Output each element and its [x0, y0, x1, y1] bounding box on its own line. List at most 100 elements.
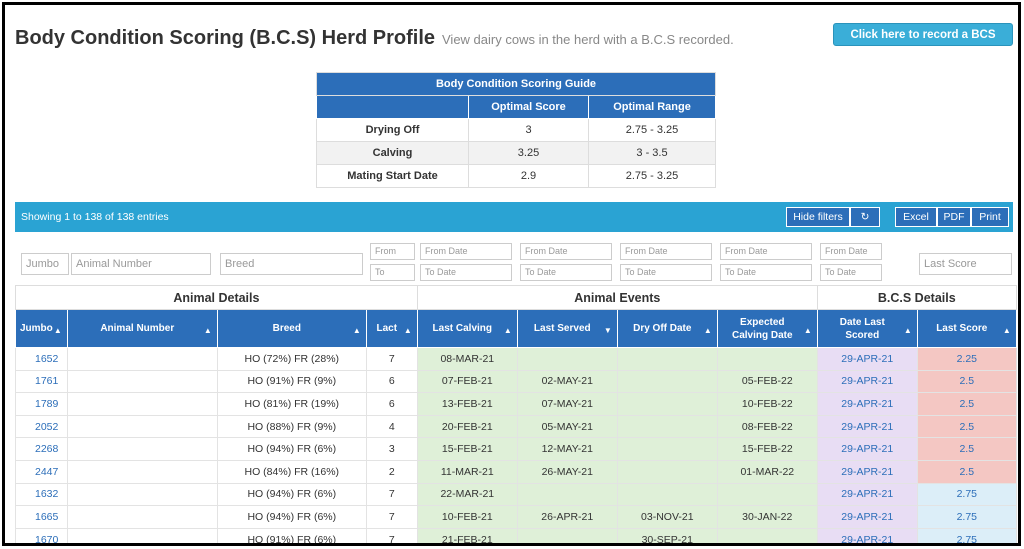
col-last-served[interactable]: Last Served ▼ [516, 309, 618, 348]
cell-dry-off [616, 347, 718, 371]
cell-date-last-scored[interactable]: 29-APR-21 [816, 437, 918, 461]
redaction-mask [111, 529, 204, 543]
table-row[interactable]: 176131761HO (91%) FR (9%)607-FEB-2102-MA… [15, 369, 1017, 394]
cell-expected-calving [716, 482, 818, 507]
last-calving-to-filter[interactable]: To Date [420, 264, 512, 281]
cell-lact: 3 [365, 437, 418, 461]
cell-animal-number[interactable]: 51665 [66, 505, 218, 529]
date-scored-to-filter[interactable]: To Date [820, 264, 882, 281]
cell-date-last-scored[interactable]: 29-APR-21 [816, 347, 918, 371]
cell-last-score[interactable]: 2.5 [916, 414, 1017, 439]
cell-animal-number[interactable]: 11652 [66, 347, 218, 371]
table-row[interactable]: 167031670HO (91%) FR (6%)721-FEB-21 30-SE… [15, 527, 1017, 543]
guide-row-label: Calving [316, 141, 469, 165]
col-date-last-scored[interactable]: Date Last Scored ▲ [816, 309, 918, 348]
cell-jumbo[interactable]: 2447 [15, 459, 68, 484]
col-jumbo[interactable]: Jumbo ▲ [15, 309, 68, 348]
cell-animal-number[interactable]: 52052 [66, 414, 218, 439]
cell-last-score[interactable]: 2.5 [916, 437, 1017, 461]
cell-last-score[interactable]: 2.75 [916, 505, 1017, 529]
print-button[interactable]: Print [971, 207, 1009, 227]
lact-from-filter[interactable]: From [370, 243, 415, 260]
cell-jumbo[interactable]: 2268 [15, 437, 68, 461]
pdf-button[interactable]: PDF [937, 207, 971, 227]
cell-date-last-scored[interactable]: 29-APR-21 [816, 459, 918, 484]
cell-jumbo[interactable]: 1789 [15, 392, 68, 416]
redaction-mask [111, 416, 204, 437]
animal-number-filter[interactable]: Animal Number [71, 253, 211, 275]
cell-animal-number[interactable]: 31761 [66, 369, 218, 394]
table-row[interactable]: 165211652HO (72%) FR (28%)708-MAR-21 29-A… [15, 347, 1017, 371]
table-row[interactable]: 2447032447HO (84%) FR (16%)211-MAR-2126-… [15, 459, 1017, 484]
last-served-from-filter[interactable]: From Date [520, 243, 612, 260]
cell-expected-calving: 08-FEB-22 [716, 414, 818, 439]
col-expected-calving[interactable]: Expected Calving Date ▲ [716, 309, 818, 348]
table-row[interactable]: 2268062268HO (94%) FR (6%)315-FEB-2112-M… [15, 437, 1017, 461]
cell-jumbo[interactable]: 1670 [15, 527, 68, 543]
expected-calving-from-filter[interactable]: From Date [720, 243, 812, 260]
cell-animal-number[interactable]: 51632 [66, 482, 218, 507]
table-row[interactable]: 163251632HO (94%) FR (6%)722-MAR-21 29-AP… [15, 482, 1017, 507]
cell-dry-off [616, 392, 718, 416]
cell-last-score[interactable]: 2.75 [916, 527, 1017, 543]
group-animal-details: Animal Details [15, 285, 418, 310]
cell-jumbo[interactable]: 1665 [15, 505, 68, 529]
col-breed[interactable]: Breed ▲ [216, 309, 367, 348]
last-calving-from-filter[interactable]: From Date [420, 243, 512, 260]
hide-filters-button[interactable]: Hide filters [786, 207, 850, 227]
cell-date-last-scored[interactable]: 29-APR-21 [816, 414, 918, 439]
table-row[interactable]: 178951789HO (81%) FR (19%)613-FEB-2107-M… [15, 392, 1017, 416]
cell-jumbo[interactable]: 1632 [15, 482, 68, 507]
cell-animal-number[interactable]: 51789 [66, 392, 218, 416]
cell-date-last-scored[interactable]: 29-APR-21 [816, 482, 918, 507]
col-lact[interactable]: Lact ▲ [365, 309, 418, 348]
last-served-to-filter[interactable]: To Date [520, 264, 612, 281]
cell-jumbo[interactable]: 2052 [15, 414, 68, 439]
last-score-filter[interactable]: Last Score [919, 253, 1012, 275]
lact-to-filter[interactable]: To [370, 264, 415, 281]
excel-button[interactable]: Excel [895, 207, 937, 227]
guide-row-range: 2.75 - 3.25 [588, 118, 716, 142]
date-scored-from-filter[interactable]: From Date [820, 243, 882, 260]
redaction-mask [111, 484, 204, 505]
table-row[interactable]: 205252052HO (88%) FR (9%)420-FEB-2105-MA… [15, 414, 1017, 439]
cell-date-last-scored[interactable]: 29-APR-21 [816, 505, 918, 529]
cell-animal-number[interactable]: 062268 [66, 437, 218, 461]
sort-icon: ▲ [703, 326, 712, 335]
col-dry-off[interactable]: Dry Off Date ▲ [616, 309, 718, 348]
cell-date-last-scored[interactable]: 29-APR-21 [816, 369, 918, 394]
col-last-calving[interactable]: Last Calving ▲ [416, 309, 518, 348]
col-expected-calving-label: Expected Calving Date [731, 316, 793, 341]
cell-last-score[interactable]: 2.25 [916, 347, 1017, 371]
cell-last-served [516, 527, 618, 543]
cell-date-last-scored[interactable]: 29-APR-21 [816, 392, 918, 416]
cell-last-score[interactable]: 2.75 [916, 482, 1017, 507]
col-animal-number[interactable]: Animal Number ▲ [66, 309, 218, 348]
table-row[interactable]: 166551665HO (94%) FR (6%)710-FEB-2126-AP… [15, 505, 1017, 529]
cell-last-served: 26-MAY-21 [516, 459, 618, 484]
expected-calving-to-filter[interactable]: To Date [720, 264, 812, 281]
col-last-score[interactable]: Last Score ▲ [916, 309, 1017, 348]
cell-jumbo[interactable]: 1761 [15, 369, 68, 394]
refresh-icon[interactable]: ↻ [850, 207, 880, 227]
cell-last-score[interactable]: 2.5 [916, 392, 1017, 416]
cell-animal-number[interactable]: 032447 [66, 459, 218, 484]
cell-last-score[interactable]: 2.5 [916, 369, 1017, 394]
cell-jumbo[interactable]: 1652 [15, 347, 68, 371]
record-bcs-button[interactable]: Click here to record a BCS score [833, 23, 1013, 64]
dry-off-from-filter[interactable]: From Date [620, 243, 712, 260]
cell-breed: HO (94%) FR (6%) [216, 505, 367, 529]
cell-lact: 7 [365, 505, 418, 529]
col-dry-off-label: Dry Off Date [633, 323, 692, 334]
cell-lact: 2 [365, 459, 418, 484]
breed-filter[interactable]: Breed [220, 253, 363, 275]
sort-icon: ▲ [903, 326, 912, 335]
guide-row-label: Drying Off [316, 118, 469, 142]
jumbo-filter[interactable]: Jumbo [21, 253, 69, 275]
cell-last-calving: 21-FEB-21 [416, 527, 518, 543]
cell-date-last-scored[interactable]: 29-APR-21 [816, 527, 918, 543]
group-bcs-details: B.C.S Details [816, 285, 1017, 310]
dry-off-to-filter[interactable]: To Date [620, 264, 712, 281]
cell-animal-number[interactable]: 31670 [66, 527, 218, 543]
cell-last-score[interactable]: 2.5 [916, 459, 1017, 484]
